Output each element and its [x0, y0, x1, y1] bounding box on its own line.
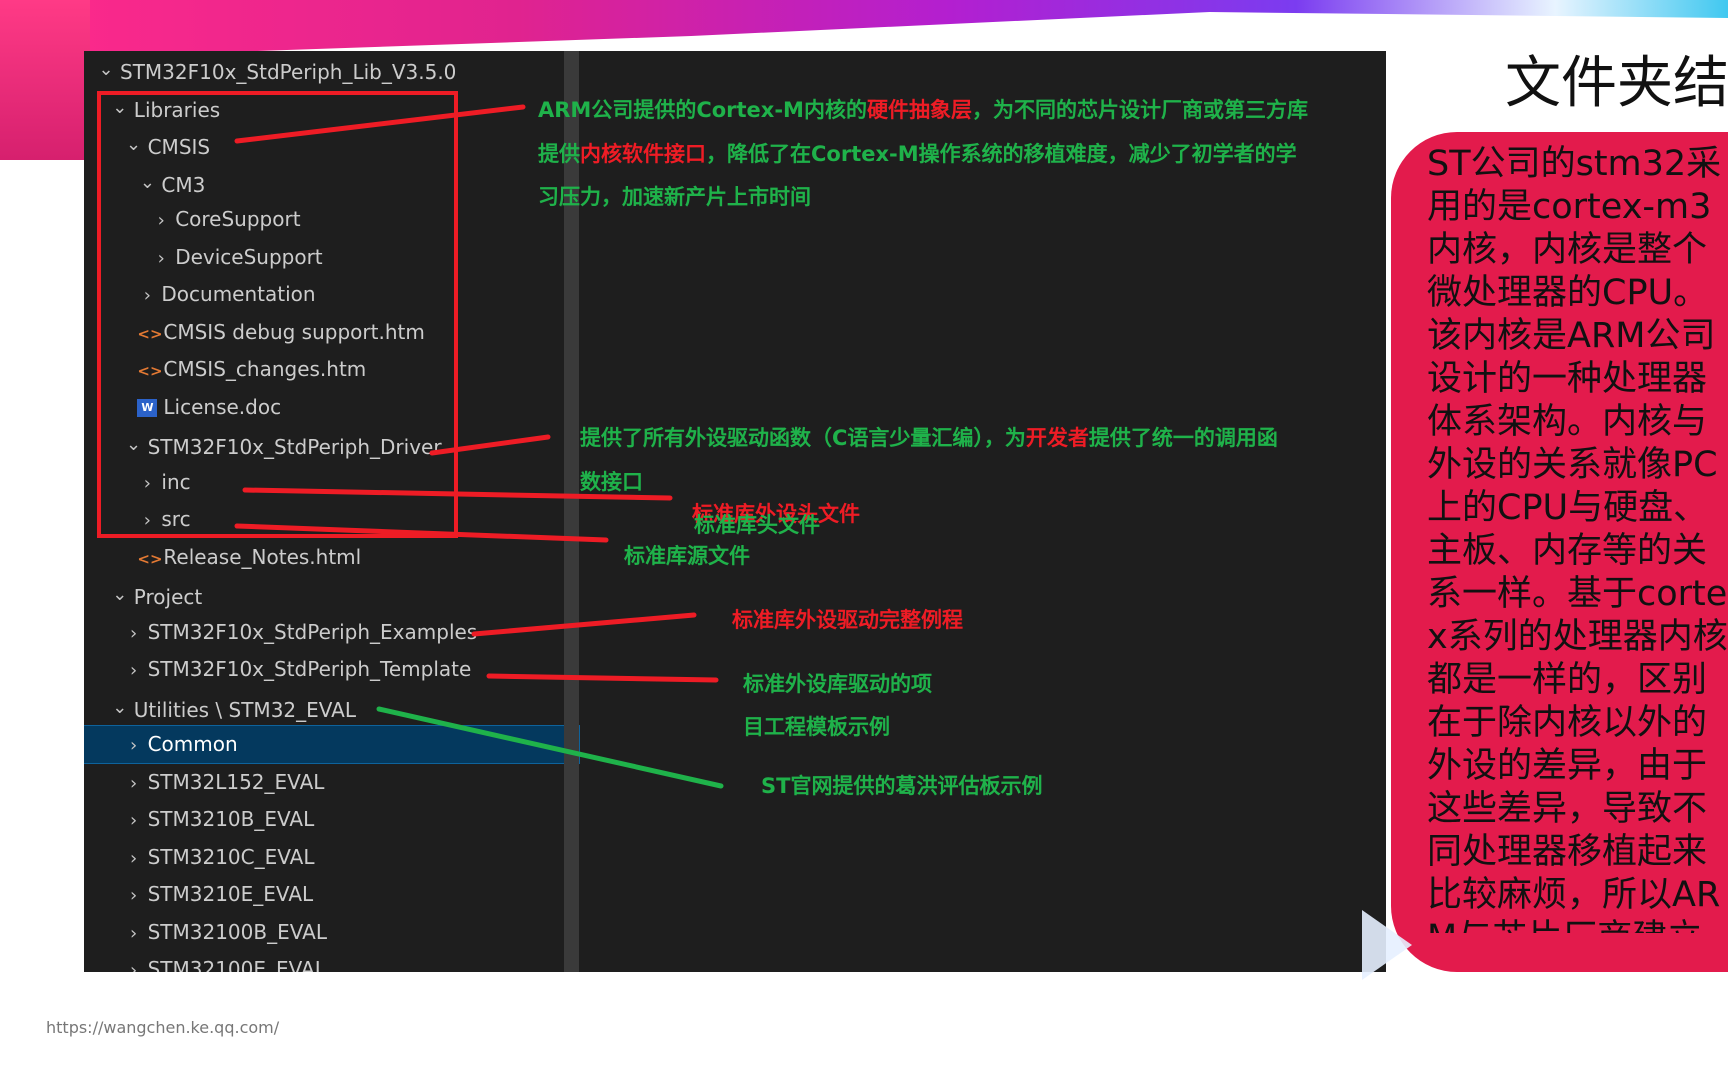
pointer-line-template [486, 673, 719, 683]
info-card-text: ST公司的stm32采用的是cortex-m3内核，内核是整个微处理器的CPU。… [1427, 144, 1728, 933]
pointer-line-cmsis [234, 104, 526, 144]
pointer-line-eval [376, 706, 724, 789]
pointer-line-examples [471, 612, 697, 637]
pointer-line-driver [429, 434, 551, 456]
play-logo-icon [1362, 910, 1412, 980]
slide-title: 文件夹结 [1505, 51, 1728, 116]
highlight-box [97, 91, 458, 538]
source-url: https://wangchen.ke.qq.com/ [46, 1018, 280, 1037]
